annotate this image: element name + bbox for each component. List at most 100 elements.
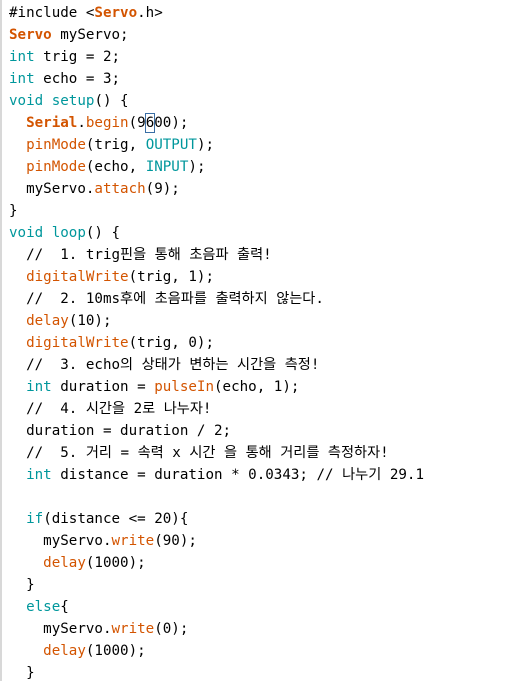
code-function: begin — [85, 115, 129, 131]
code-text: echo = 3; — [34, 71, 121, 87]
code-text: (trig, 0); — [128, 335, 215, 351]
code-text: // 5. 거리 = 속력 x 시간 을 통해 거리를 측정하자! — [9, 445, 389, 461]
code-function: attach — [94, 181, 146, 197]
code-line[interactable]: void loop() { — [9, 222, 505, 244]
code-function: write — [111, 533, 155, 549]
code-text: (echo, — [85, 159, 146, 175]
code-keyword: OUTPUT — [145, 137, 197, 153]
code-text: .h> — [137, 5, 163, 21]
code-keyword: int — [26, 379, 52, 395]
code-text: myServo. — [9, 533, 112, 549]
code-line[interactable] — [9, 486, 505, 508]
code-text: // 4. 시간을 2로 나누자! — [9, 401, 212, 417]
code-text: { — [60, 599, 69, 615]
code-keyword: loop — [51, 225, 86, 241]
code-text: (distance <= 20){ — [43, 511, 189, 527]
code-class-name: Servo — [9, 27, 52, 43]
code-line[interactable]: // 3. echo의 상태가 변하는 시간을 측정! — [9, 354, 505, 376]
code-keyword: int — [9, 71, 35, 87]
code-line[interactable]: int trig = 2; — [9, 46, 505, 68]
code-text: // 3. echo의 상태가 변하는 시간을 측정! — [9, 357, 320, 373]
code-line[interactable]: int duration = pulseIn(echo, 1); — [9, 376, 505, 398]
code-line[interactable]: } — [9, 200, 505, 222]
code-line[interactable]: int distance = duration * 0.0343; // 나누기… — [9, 464, 505, 486]
code-text: . — [77, 115, 86, 131]
code-function: delay — [26, 313, 69, 329]
code-line[interactable]: digitalWrite(trig, 0); — [9, 332, 505, 354]
code-text: 00); — [154, 115, 189, 131]
code-text: trig = 2; — [34, 49, 121, 65]
code-line[interactable]: // 5. 거리 = 속력 x 시간 을 통해 거리를 측정하자! — [9, 442, 505, 464]
code-line[interactable]: myServo.write(90); — [9, 530, 505, 552]
code-line[interactable]: pinMode(trig, OUTPUT); — [9, 134, 505, 156]
code-line[interactable]: if(distance <= 20){ — [9, 508, 505, 530]
code-class-name: Servo — [94, 5, 138, 21]
code-text: (0); — [154, 621, 189, 637]
code-line[interactable]: else{ — [9, 596, 505, 618]
code-text: (echo, 1); — [214, 379, 300, 395]
code-line[interactable]: // 2. 10ms후에 초음파를 출력하지 않는다. — [9, 288, 505, 310]
code-line[interactable]: } — [9, 574, 505, 596]
code-line[interactable]: #include <Servo.h> — [9, 2, 505, 24]
code-editor[interactable]: #include <Servo.h> Servo myServo; int trig… — [0, 0, 505, 681]
editor-left-border — [0, 0, 2, 681]
code-text: duration = — [51, 379, 155, 395]
code-function: digitalWrite — [26, 269, 129, 285]
code-function: delay — [43, 643, 86, 659]
code-keyword: INPUT — [145, 159, 189, 175]
code-function: delay — [43, 555, 86, 571]
code-keyword: int — [26, 467, 52, 483]
code-line[interactable]: int echo = 3; — [9, 68, 505, 90]
code-keyword: void — [9, 93, 44, 109]
code-line[interactable]: delay(10); — [9, 310, 505, 332]
code-area[interactable]: #include <Servo.h> Servo myServo; int trig… — [9, 2, 505, 681]
code-text: () { — [94, 93, 129, 109]
code-function: pulseIn — [154, 379, 215, 395]
code-line[interactable]: delay(1000); — [9, 640, 505, 662]
code-line[interactable]: digitalWrite(trig, 1); — [9, 266, 505, 288]
code-text: (9 — [128, 115, 146, 131]
code-line[interactable]: void setup() { — [9, 90, 505, 112]
code-line[interactable]: pinMode(echo, INPUT); — [9, 156, 505, 178]
code-text: ); — [188, 159, 206, 175]
code-text: (10); — [68, 313, 112, 329]
code-keyword: int — [9, 49, 35, 65]
code-text: #include < — [9, 5, 95, 21]
code-function: pinMode — [26, 159, 86, 175]
code-text: distance = duration * 0.0343; // 나누기 29.… — [51, 467, 424, 483]
code-keyword: void — [9, 225, 44, 241]
code-text: // 2. 10ms후에 초음파를 출력하지 않는다. — [9, 291, 324, 307]
code-text: // 1. trig핀을 통해 초음파 출력! — [9, 247, 272, 263]
code-text: myServo. — [9, 181, 95, 197]
code-line[interactable]: Servo myServo; — [9, 24, 505, 46]
code-line[interactable]: // 4. 시간을 2로 나누자! — [9, 398, 505, 420]
code-text: } — [9, 665, 35, 681]
code-line[interactable]: Serial.begin(9600); — [9, 112, 505, 134]
code-text: (1000); — [85, 643, 146, 659]
code-line[interactable]: delay(1000); — [9, 552, 505, 574]
code-line[interactable]: } — [9, 662, 505, 681]
code-text: () { — [85, 225, 121, 241]
code-text: duration = duration / 2; — [9, 423, 232, 439]
code-line[interactable]: myServo.write(0); — [9, 618, 505, 640]
code-line[interactable]: // 1. trig핀을 통해 초음파 출력! — [9, 244, 505, 266]
code-text: (trig, — [85, 137, 146, 153]
code-text: } — [9, 577, 35, 593]
code-text: (9); — [145, 181, 180, 197]
code-line[interactable]: myServo.attach(9); — [9, 178, 505, 200]
code-line[interactable]: duration = duration / 2; — [9, 420, 505, 442]
code-keyword: else — [26, 599, 61, 615]
code-function: pinMode — [26, 137, 86, 153]
code-text: (90); — [154, 533, 197, 549]
